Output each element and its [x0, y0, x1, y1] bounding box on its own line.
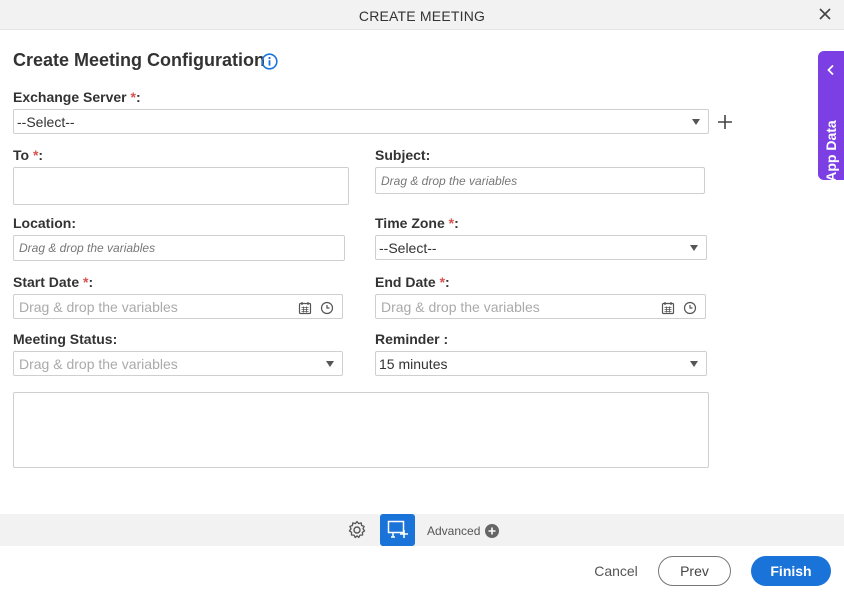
add-server-icon[interactable] — [716, 113, 734, 131]
title-bar: CREATE MEETING — [0, 0, 844, 30]
finish-button[interactable]: Finish — [751, 556, 831, 586]
clock-icon[interactable] — [320, 301, 334, 315]
meeting-status-label: Meeting Status: — [13, 331, 118, 347]
time-zone-label: Time Zone *: — [375, 215, 459, 231]
window-title: CREATE MEETING — [358, 8, 486, 24]
exchange-server-select[interactable]: --Select-- — [13, 109, 709, 134]
form-add-icon — [387, 520, 408, 538]
calendar-icon[interactable] — [298, 301, 312, 315]
chevron-down-icon — [692, 118, 700, 125]
time-zone-select[interactable]: --Select-- — [375, 235, 707, 260]
to-field[interactable] — [13, 167, 349, 205]
reminder-select[interactable]: 15 minutes — [375, 351, 707, 376]
app-data-panel-tab[interactable]: App Data — [818, 51, 844, 182]
meeting-status-select[interactable]: Drag & drop the variables — [13, 351, 343, 376]
chevron-down-icon — [690, 244, 698, 251]
app-data-label: App Data — [823, 120, 839, 182]
to-label: To *: — [13, 147, 44, 163]
close-icon[interactable] — [818, 7, 832, 21]
subject-label: Subject: — [375, 147, 431, 163]
cancel-button[interactable]: Cancel — [588, 561, 644, 581]
form-settings-button[interactable] — [380, 514, 415, 546]
end-date-label: End Date *: — [375, 274, 450, 290]
add-circle-icon[interactable] — [485, 524, 499, 538]
clock-icon[interactable] — [683, 301, 697, 315]
advanced-label[interactable]: Advanced — [427, 524, 480, 538]
start-date-label: Start Date *: — [13, 274, 94, 290]
prev-button[interactable]: Prev — [658, 556, 731, 586]
calendar-icon[interactable] — [661, 301, 675, 315]
gear-icon[interactable] — [346, 519, 368, 541]
subject-field[interactable]: Drag & drop the variables — [375, 167, 705, 194]
meeting-body-textarea[interactable] — [13, 392, 709, 468]
reminder-label: Reminder : — [375, 331, 449, 347]
location-field[interactable]: Drag & drop the variables — [13, 235, 345, 261]
bottom-toolbar: Advanced — [0, 514, 844, 546]
chevron-left-icon — [827, 64, 834, 76]
start-date-field[interactable]: Drag & drop the variables — [13, 294, 343, 319]
page-title: Create Meeting Configuration — [13, 50, 266, 70]
exchange-server-label: Exchange Server *: — [13, 89, 141, 105]
location-label: Location: — [13, 215, 76, 231]
chevron-down-icon — [326, 360, 334, 367]
end-date-field[interactable]: Drag & drop the variables — [375, 294, 706, 319]
info-icon[interactable] — [261, 53, 278, 70]
chevron-down-icon — [690, 360, 698, 367]
